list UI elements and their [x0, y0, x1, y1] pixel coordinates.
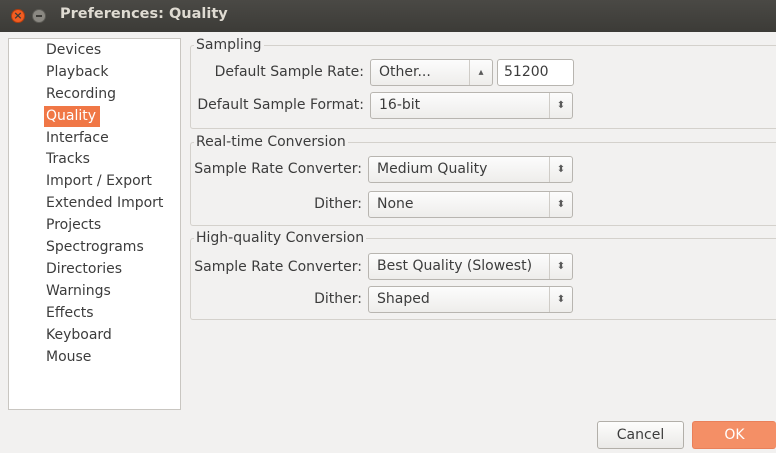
spin-arrows-icon: ⬍	[549, 93, 572, 118]
realtime-converter-label: Sample Rate Converter:	[194, 161, 362, 177]
sidebar-item-spectrograms[interactable]: Spectrograms	[44, 237, 148, 258]
highquality-dither-label: Dither:	[314, 291, 362, 307]
sample-rate-entry-value: 51200	[504, 64, 549, 80]
spin-arrows-icon: ⬍	[549, 192, 572, 217]
window-title: Preferences: Quality	[60, 6, 228, 22]
sample-format-combo[interactable]: 16-bit ⬍	[370, 92, 573, 119]
realtime-group-title: Real-time Conversion	[194, 134, 348, 150]
sidebar-item-effects[interactable]: Effects	[44, 303, 98, 324]
sidebar-item-devices[interactable]: Devices	[44, 40, 105, 61]
realtime-converter-combo[interactable]: Medium Quality ⬍	[368, 156, 573, 183]
category-list[interactable]: Devices Playback Recording Quality Inter…	[8, 38, 181, 410]
highquality-converter-combo[interactable]: Best Quality (Slowest) ⬍	[368, 253, 573, 280]
minimize-icon[interactable]	[32, 9, 46, 23]
spin-arrows-icon: ▴▾	[469, 60, 492, 103]
sample-format-combo-value: 16-bit	[379, 97, 421, 113]
close-icon[interactable]: ×	[11, 9, 25, 23]
ok-button[interactable]: OK	[692, 421, 776, 449]
realtime-dither-label: Dither:	[314, 196, 362, 212]
sidebar-item-extended-import[interactable]: Extended Import	[44, 193, 167, 214]
sidebar-item-import-export[interactable]: Import / Export	[44, 171, 156, 192]
sampling-group-title: Sampling	[194, 37, 264, 53]
realtime-dither-combo-value: None	[377, 196, 414, 212]
spin-arrows-icon: ⬍	[549, 287, 572, 312]
default-sample-format-label: Default Sample Format:	[197, 97, 364, 113]
sidebar-item-mouse[interactable]: Mouse	[44, 347, 95, 368]
sample-rate-combo-value: Other...	[379, 64, 431, 80]
realtime-converter-combo-value: Medium Quality	[377, 161, 488, 177]
sidebar-item-interface[interactable]: Interface	[44, 128, 113, 149]
title-bar: × Preferences: Quality	[0, 0, 776, 32]
sidebar-item-recording[interactable]: Recording	[44, 84, 120, 105]
default-sample-rate-label: Default Sample Rate:	[214, 64, 364, 80]
sidebar-item-projects[interactable]: Projects	[44, 215, 105, 236]
sample-rate-entry[interactable]: 51200	[497, 59, 574, 86]
sample-rate-combo[interactable]: Other... ▴▾	[370, 59, 493, 103]
cancel-button[interactable]: Cancel	[597, 421, 684, 449]
highquality-group-title: High-quality Conversion	[194, 230, 367, 246]
highquality-converter-combo-value: Best Quality (Slowest)	[377, 258, 533, 274]
sidebar-item-warnings[interactable]: Warnings	[44, 281, 115, 302]
realtime-dither-combo[interactable]: None ⬍	[368, 191, 573, 218]
spin-arrows-icon: ⬍	[549, 157, 572, 182]
sidebar-item-tracks[interactable]: Tracks	[44, 149, 94, 170]
sidebar-item-directories[interactable]: Directories	[44, 259, 126, 280]
highquality-dither-combo-value: Shaped	[377, 291, 430, 307]
highquality-dither-combo[interactable]: Shaped ⬍	[368, 286, 573, 313]
spin-arrows-icon: ⬍	[549, 254, 572, 279]
sidebar-item-keyboard[interactable]: Keyboard	[44, 325, 116, 346]
sidebar-item-quality[interactable]: Quality	[44, 106, 101, 127]
sidebar-item-playback[interactable]: Playback	[44, 62, 112, 83]
highquality-converter-label: Sample Rate Converter:	[194, 259, 362, 275]
